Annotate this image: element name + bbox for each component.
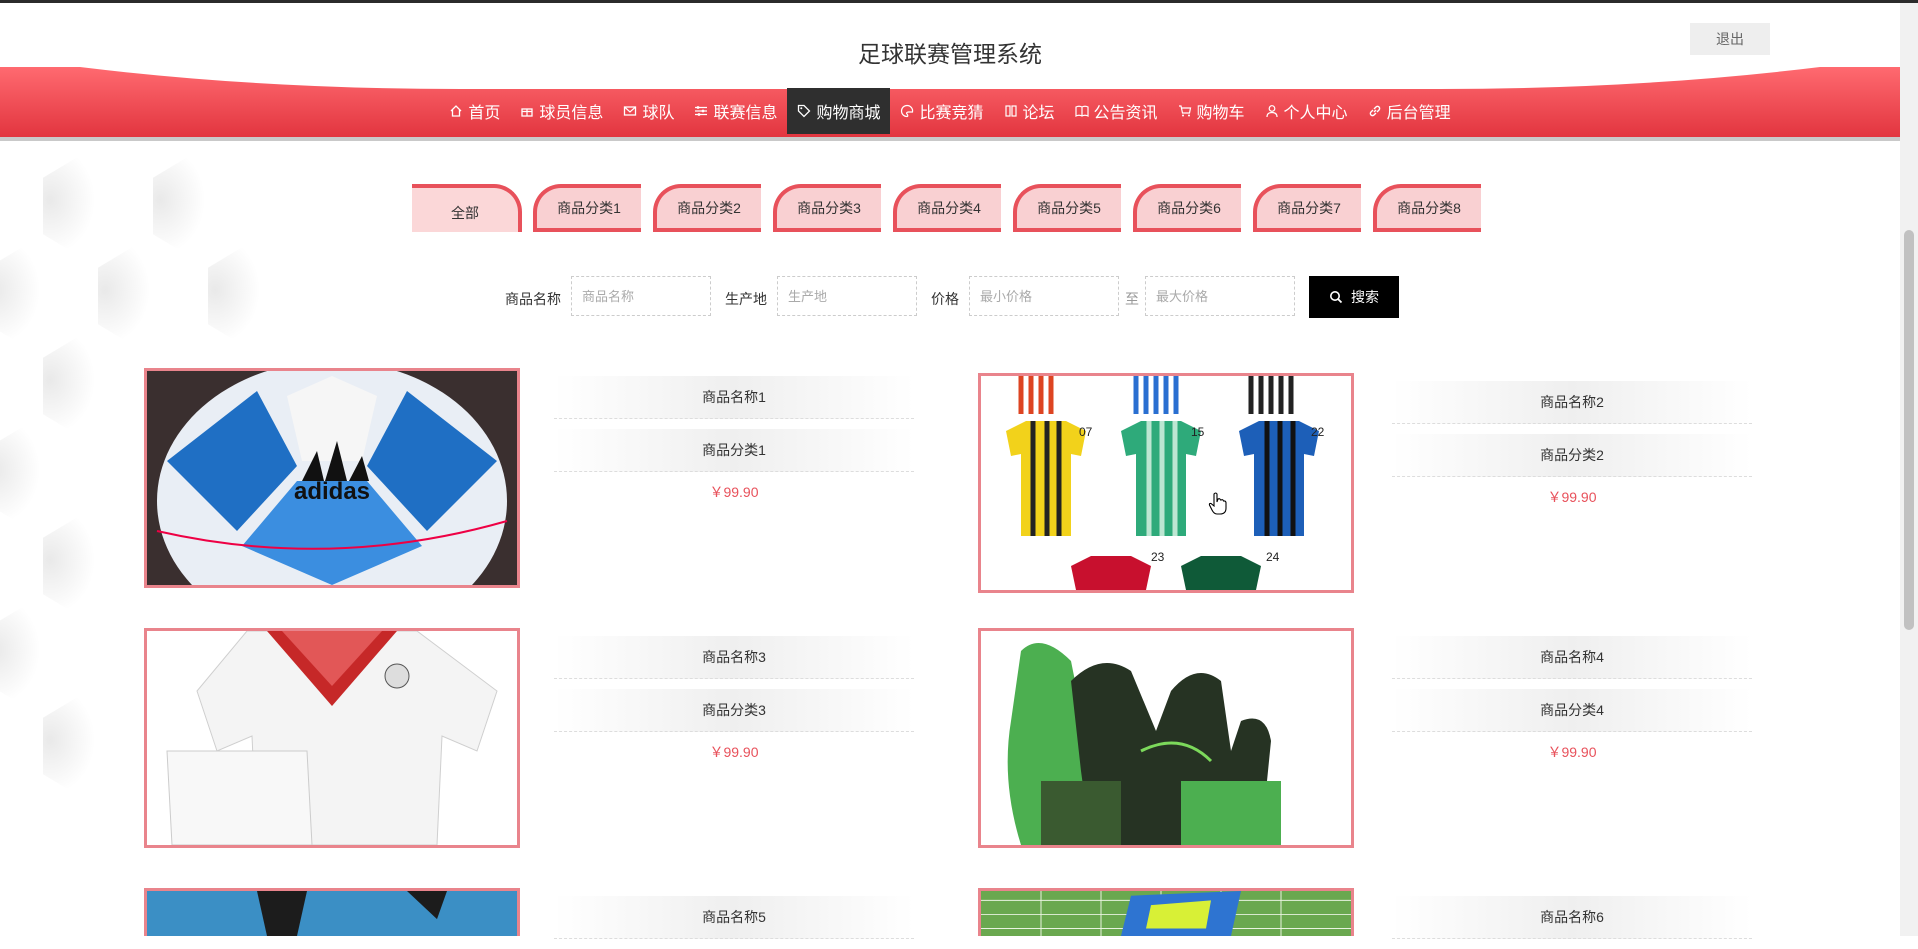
origin-input[interactable] — [777, 276, 917, 316]
sliders-icon — [694, 104, 708, 118]
nav-label: 首页 — [468, 105, 501, 122]
tab-category-2[interactable]: 商品分类2 — [653, 184, 761, 232]
nav-item-guess[interactable]: 比赛竞猜 — [890, 88, 993, 134]
price-label: 价格 — [931, 291, 959, 307]
hand-cursor-icon — [1208, 492, 1227, 515]
name-label: 商品名称 — [505, 291, 561, 307]
main-nav: 首页 球员信息 球队 联赛信息 购物商城 比赛竞猜 论坛 公告资讯 购物车 个人… — [0, 88, 1900, 134]
product-info-3: 商品名称3 商品分类3 ￥99.90 — [554, 636, 914, 762]
svg-text:23: 23 — [1151, 550, 1165, 564]
product-category: 商品分类2 — [1392, 434, 1752, 477]
product-info-4: 商品名称4 商品分类4 ￥99.90 — [1392, 636, 1752, 762]
nav-item-news[interactable]: 公告资讯 — [1065, 88, 1168, 134]
svg-text:07: 07 — [1079, 425, 1093, 439]
product-category: 商品分类3 — [554, 689, 914, 732]
nav-item-home[interactable]: 首页 — [439, 88, 510, 134]
svg-text:adidas: adidas — [294, 478, 370, 505]
nav-item-cart[interactable]: 购物车 — [1168, 88, 1255, 134]
nav-label: 联赛信息 — [713, 105, 778, 122]
product-image-4[interactable] — [978, 628, 1354, 848]
kit-image — [147, 631, 517, 845]
product-price: ￥99.90 — [1547, 744, 1597, 760]
product-info-2: 商品名称2 商品分类2 ￥99.90 — [1392, 381, 1752, 507]
nav-label: 论坛 — [1022, 105, 1055, 122]
product-image-5[interactable] — [144, 888, 520, 936]
product-info-1: 商品名称1 商品分类1 ￥99.90 — [554, 376, 914, 502]
product-name[interactable]: 商品名称1 — [554, 376, 914, 419]
nav-label: 球员信息 — [539, 105, 604, 122]
svg-text:22: 22 — [1311, 425, 1325, 439]
product-image-6[interactable] — [978, 888, 1354, 936]
product-name-input[interactable] — [571, 276, 711, 316]
product-name[interactable]: 商品名称6 — [1392, 896, 1752, 939]
nav-item-players[interactable]: 球员信息 — [510, 88, 613, 134]
nav-label: 后台管理 — [1386, 105, 1451, 122]
tag-icon — [797, 104, 811, 118]
cart-icon — [1178, 104, 1192, 118]
nav-label: 比赛竞猜 — [919, 105, 984, 122]
svg-text:15: 15 — [1191, 425, 1205, 439]
origin-label: 生产地 — [725, 291, 767, 307]
boots-image — [981, 891, 1351, 936]
soccer-ball-image: adidas — [147, 371, 517, 585]
gift-icon — [520, 104, 534, 118]
product-price: ￥99.90 — [1547, 489, 1597, 505]
nav-item-profile[interactable]: 个人中心 — [1255, 88, 1358, 134]
max-price-input[interactable] — [1145, 276, 1295, 316]
book-icon — [1074, 104, 1089, 118]
tab-category-3[interactable]: 商品分类3 — [773, 184, 881, 232]
nav-item-shop[interactable]: 购物商城 — [787, 88, 891, 134]
user-icon — [1265, 104, 1279, 118]
nav-label: 购物车 — [1196, 105, 1245, 122]
jerseys-image: 07 15 22 23 24 — [981, 376, 1351, 590]
scrollbar-thumb[interactable] — [1904, 230, 1914, 630]
nav-label: 公告资讯 — [1093, 105, 1158, 122]
product-category: 商品分类1 — [554, 429, 914, 472]
link-icon — [1368, 104, 1382, 118]
search-icon — [1330, 291, 1343, 304]
player-image — [147, 891, 517, 936]
nav-item-admin[interactable]: 后台管理 — [1358, 88, 1461, 134]
nav-item-league[interactable]: 联赛信息 — [684, 88, 787, 134]
product-name[interactable]: 商品名称4 — [1392, 636, 1752, 679]
product-price: ￥99.90 — [709, 484, 759, 500]
tab-category-4[interactable]: 商品分类4 — [893, 184, 1001, 232]
tab-category-6[interactable]: 商品分类6 — [1133, 184, 1241, 232]
search-button[interactable]: 搜索 — [1309, 276, 1399, 318]
product-price: ￥99.90 — [709, 744, 759, 760]
home-icon — [449, 104, 463, 118]
tab-category-1[interactable]: 商品分类1 — [533, 184, 641, 232]
site-title: 足球联赛管理系统 — [858, 41, 1042, 67]
search-bar: 商品名称 生产地 价格 至 搜索 — [0, 276, 1900, 318]
palette-icon — [900, 104, 914, 118]
nav-label: 球队 — [642, 105, 675, 122]
nav-item-forum[interactable]: 论坛 — [994, 88, 1065, 134]
logout-button[interactable]: 退出 — [1690, 23, 1770, 55]
svg-text:24: 24 — [1266, 550, 1280, 564]
product-name[interactable]: 商品名称3 — [554, 636, 914, 679]
mail-icon — [623, 104, 637, 118]
product-name[interactable]: 商品名称5 — [554, 896, 914, 939]
product-image-3[interactable] — [144, 628, 520, 848]
min-price-input[interactable] — [969, 276, 1119, 316]
range-separator: 至 — [1125, 291, 1139, 307]
product-image-1[interactable]: adidas — [144, 368, 520, 588]
tab-category-5[interactable]: 商品分类5 — [1013, 184, 1121, 232]
nav-item-teams[interactable]: 球队 — [613, 88, 684, 134]
nav-label: 购物商城 — [816, 105, 881, 122]
forum-icon — [1004, 104, 1018, 118]
product-name[interactable]: 商品名称2 — [1392, 381, 1752, 424]
product-info-6: 商品名称6 — [1392, 896, 1752, 949]
search-button-label: 搜索 — [1351, 289, 1379, 305]
product-category: 商品分类4 — [1392, 689, 1752, 732]
product-image-2[interactable]: 07 15 22 23 24 — [978, 373, 1354, 593]
tab-category-8[interactable]: 商品分类8 — [1373, 184, 1481, 232]
product-info-5: 商品名称5 — [554, 896, 914, 949]
tab-category-all[interactable]: 全部 — [412, 184, 522, 232]
nav-label: 个人中心 — [1283, 105, 1348, 122]
gloves-image — [981, 631, 1351, 845]
tab-category-7[interactable]: 商品分类7 — [1253, 184, 1361, 232]
